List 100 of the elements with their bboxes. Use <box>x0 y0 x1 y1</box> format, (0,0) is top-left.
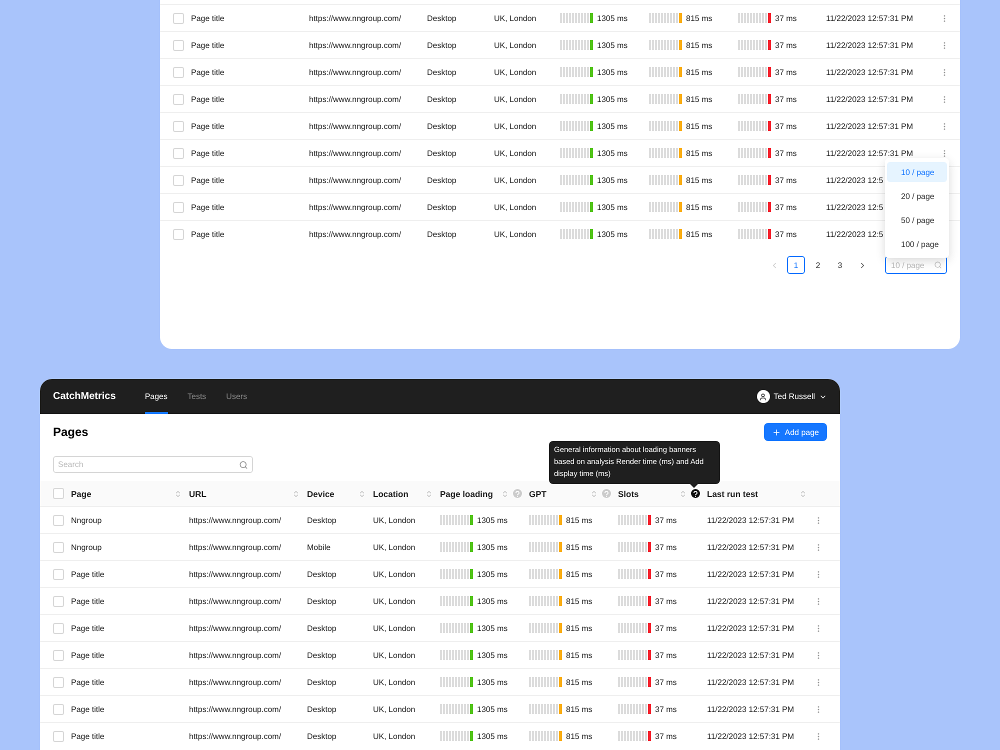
row-checkbox[interactable] <box>53 542 64 552</box>
sort-icon[interactable] <box>799 490 807 498</box>
menu-item[interactable]: 10 / page <box>887 162 947 182</box>
page-cell-text: Page title <box>191 40 226 50</box>
metric-reading: 37 ms <box>655 678 677 686</box>
row-checkbox[interactable] <box>53 622 64 634</box>
device-cell-text: Desktop <box>307 732 338 740</box>
row-checkbox[interactable] <box>173 66 184 78</box>
url-cell-text: https://www.nngroup.com/ <box>189 624 282 632</box>
metric-reading: 815 ms <box>686 148 712 158</box>
help-icon[interactable] <box>691 489 700 498</box>
nav-tab[interactable]: Pages <box>144 379 168 414</box>
url-cell-text: https://www.nngroup.com/ <box>189 570 282 578</box>
column-header[interactable]: GPT <box>529 488 590 498</box>
date-cell-text: 11/22/2023 12:57:31 PM <box>826 14 914 22</box>
meter-drawing <box>560 40 593 50</box>
device-cell-text: Desktop <box>307 624 338 632</box>
location-cell-text: UK, London <box>494 230 538 238</box>
metric-reading: 1305 ms <box>597 148 628 158</box>
row-checkbox[interactable] <box>173 94 184 104</box>
row-checkbox[interactable] <box>173 228 184 240</box>
device-cell-text: Desktop <box>427 176 458 184</box>
page-cell-text: Page title <box>71 704 106 714</box>
nav-tab[interactable]: Users <box>226 379 248 414</box>
row-checkbox[interactable] <box>53 568 64 580</box>
column-header[interactable]: Location <box>373 488 425 498</box>
date-cell-text: 11/22/2023 12:5 <box>826 202 884 212</box>
meter-drawing <box>738 148 771 158</box>
row-checkbox[interactable] <box>53 676 64 688</box>
row-checkbox[interactable] <box>53 704 64 714</box>
device-cell-text: Desktop <box>307 678 338 686</box>
url-cell-text: https://www.nngroup.com/ <box>309 230 402 238</box>
sort-icon[interactable] <box>679 490 687 498</box>
row-checkbox[interactable] <box>173 148 184 158</box>
url-cell-text: https://www.nngroup.com/ <box>309 40 402 50</box>
date-cell-text: 11/22/2023 12:57:31 PM <box>826 122 914 130</box>
date-cell-text: 11/22/2023 12:57:31 PM <box>826 40 914 50</box>
metric-reading: 815 ms <box>566 596 592 606</box>
meter-drawing <box>560 175 593 185</box>
sort-icon[interactable] <box>501 490 509 498</box>
row-checkbox[interactable] <box>173 174 184 186</box>
metric-reading: 1305 ms <box>597 14 628 22</box>
nav-tab[interactable]: Tests <box>188 379 206 414</box>
select-all-checkbox[interactable] <box>53 488 64 499</box>
meter-drawing <box>618 515 651 525</box>
date-cell-text: 11/22/2023 12:57:31 PM <box>707 570 796 578</box>
metric-reading: 1305 ms <box>597 94 628 104</box>
row-checkbox[interactable] <box>173 12 184 24</box>
page-cell-text: Page title <box>71 624 106 632</box>
row-checkbox[interactable] <box>173 202 184 212</box>
metric-reading: 37 ms <box>775 14 797 22</box>
meter-drawing <box>618 623 651 633</box>
row-checkbox[interactable] <box>53 596 64 606</box>
menu-item[interactable]: 50 / page <box>887 210 947 230</box>
add-page-button[interactable]: Add page <box>764 423 827 441</box>
row-checkbox[interactable] <box>173 40 184 50</box>
meter-drawing <box>440 731 473 741</box>
column-header[interactable]: Slots <box>618 488 679 498</box>
location-cell-text: UK, London <box>494 202 538 212</box>
menu-item[interactable]: 20 / page <box>887 186 947 206</box>
column-header[interactable]: Device <box>307 488 358 498</box>
row-checkbox[interactable] <box>173 120 184 132</box>
column-header[interactable]: Page loading <box>440 488 501 498</box>
location-cell-text: UK, London <box>494 68 538 76</box>
metric-reading: 1305 ms <box>597 176 628 184</box>
metric-reading: 1305 ms <box>477 542 508 552</box>
device-cell-text: Desktop <box>307 596 338 606</box>
url-cell-text: https://www.nngroup.com/ <box>309 202 402 212</box>
meter-drawing <box>529 515 562 525</box>
date-cell-text: 11/22/2023 12:5 <box>826 176 884 184</box>
row-checkbox[interactable] <box>53 514 64 526</box>
metric-reading: 815 ms <box>686 230 712 238</box>
page-cell-text: Page title <box>191 122 226 130</box>
search-field[interactable]: Search <box>53 456 253 473</box>
location-cell-text: UK, London <box>373 516 416 524</box>
sort-icon[interactable] <box>174 490 182 498</box>
meter-drawing <box>649 121 682 131</box>
menu-item[interactable]: 100 / page <box>887 234 947 254</box>
location-cell-text: UK, London <box>494 148 538 158</box>
location-cell-text: UK, London <box>494 122 538 130</box>
sort-icon[interactable] <box>292 490 300 498</box>
column-header[interactable]: Page <box>71 488 174 498</box>
device-cell-text: Desktop <box>307 704 338 714</box>
user-name[interactable]: Ted Russell <box>774 392 815 401</box>
sort-icon[interactable] <box>425 490 433 498</box>
location-cell-text: UK, London <box>373 678 416 686</box>
sort-icon[interactable] <box>358 490 366 498</box>
date-cell-text: 11/22/2023 12:57:31 PM <box>707 678 796 686</box>
date-cell-text: 11/22/2023 12:57:31 PM <box>707 624 796 632</box>
column-header[interactable]: Last run test <box>707 488 799 498</box>
page-button[interactable]: 1 <box>787 256 805 274</box>
meter-drawing <box>738 13 771 23</box>
avatar-icon[interactable] <box>756 390 770 403</box>
row-checkbox[interactable] <box>53 650 64 660</box>
column-header[interactable]: URL <box>189 488 292 498</box>
sort-icon[interactable] <box>590 490 598 498</box>
url-cell-text: https://www.nngroup.com/ <box>309 148 402 158</box>
metric-reading: 37 ms <box>775 202 797 212</box>
row-checkbox[interactable] <box>53 730 64 742</box>
meter-drawing <box>529 677 562 687</box>
